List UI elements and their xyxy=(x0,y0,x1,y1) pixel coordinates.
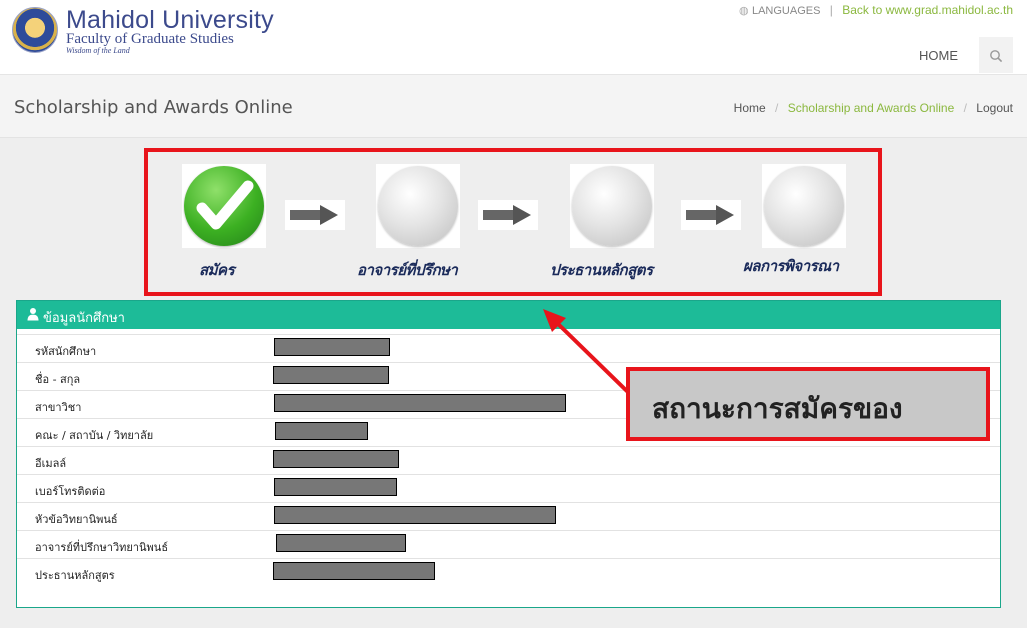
university-motto: Wisdom of the Land xyxy=(66,46,130,55)
redacted-value xyxy=(273,450,399,468)
breadcrumb-home[interactable]: Home xyxy=(734,101,766,115)
nav-home-link[interactable]: HOME xyxy=(919,48,958,63)
info-row-label: ประธานหลักสูตร xyxy=(35,569,115,582)
info-row-label: สาขาวิชา xyxy=(35,401,82,414)
info-row-phone: เบอร์โทรติดต่อ xyxy=(17,474,1000,502)
panel-title: ข้อมูลนักศึกษา xyxy=(43,311,125,326)
panel-header: ข้อมูลนักศึกษา xyxy=(17,301,1000,329)
globe-icon: ◍ xyxy=(739,5,749,17)
info-row-label: ชื่อ - สกุล xyxy=(35,373,81,386)
info-row-label: อีเมลล์ xyxy=(35,457,67,470)
top-links: ◍ LANGUAGES | Back to www.grad.mahidol.a… xyxy=(739,3,1013,17)
redacted-value xyxy=(276,534,406,552)
search-button[interactable] xyxy=(979,37,1013,73)
info-row-label: เบอร์โทรติดต่อ xyxy=(35,485,106,498)
languages-link[interactable]: LANGUAGES xyxy=(752,5,820,17)
info-row-student-id: รหัสนักศึกษา xyxy=(17,334,1000,362)
breadcrumb-separator: / xyxy=(775,101,779,115)
info-row-thesis-advisor: อาจารย์ที่ปรึกษาวิทยานิพนธ์ xyxy=(17,530,1000,558)
redacted-value xyxy=(274,478,397,496)
info-row-email: อีเมลล์ xyxy=(17,446,1000,474)
back-to-site-link[interactable]: Back to www.grad.mahidol.ac.th xyxy=(842,3,1013,17)
info-row-label: อาจารย์ที่ปรึกษาวิทยานิพนธ์ xyxy=(35,541,169,554)
page-title: Scholarship and Awards Online xyxy=(14,97,293,118)
redacted-value xyxy=(273,366,389,384)
title-band: Scholarship and Awards Online Home / Sch… xyxy=(0,75,1027,138)
info-row-label: หัวข้อวิทยานิพนธ์ xyxy=(35,513,118,526)
info-row-thesis-topic: หัวข้อวิทยานิพนธ์ xyxy=(17,502,1000,530)
redacted-value xyxy=(274,506,556,524)
university-logo[interactable] xyxy=(12,7,58,53)
info-row-label: รหัสนักศึกษา xyxy=(35,345,97,358)
callout-text: สถานะการสมัครของ xyxy=(652,392,903,425)
user-icon xyxy=(27,308,39,321)
redacted-value xyxy=(274,338,390,356)
redacted-value xyxy=(274,394,566,412)
redacted-value xyxy=(273,562,435,580)
breadcrumb-logout[interactable]: Logout xyxy=(976,101,1013,115)
info-row-label: คณะ / สถาบัน / วิทยาลัย xyxy=(35,429,154,442)
top-links-separator: | xyxy=(829,3,833,17)
search-icon xyxy=(990,49,1003,62)
info-row-program-chair: ประธานหลักสูตร xyxy=(17,558,1000,589)
site-header: Mahidol University Faculty of Graduate S… xyxy=(0,0,1027,74)
redacted-value xyxy=(275,422,368,440)
breadcrumb-separator: / xyxy=(963,101,967,115)
breadcrumb: Home / Scholarship and Awards Online / L… xyxy=(734,101,1013,115)
status-highlight-frame xyxy=(144,148,882,296)
student-info-panel: ข้อมูลนักศึกษา รหัสนักศึกษา ชื่อ - สกุล … xyxy=(16,300,1001,608)
breadcrumb-scholarship[interactable]: Scholarship and Awards Online xyxy=(788,101,955,115)
annotation-callout: สถานะการสมัครของ xyxy=(626,367,990,441)
